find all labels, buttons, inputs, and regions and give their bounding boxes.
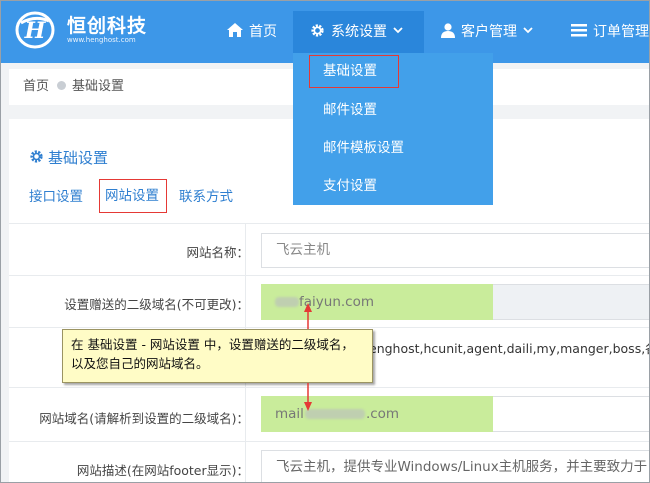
domain-label: 网站域名(请解析到设置的二级域名)：: [39, 411, 249, 426]
menu-item-basic-settings[interactable]: 基础设置: [309, 55, 399, 88]
nav-system-label: 系统设置: [331, 24, 387, 40]
brand-logo-icon: H: [15, 11, 55, 49]
form-row-domain: 网站域名(请解析到设置的二级域名)： mail .com: [9, 387, 649, 441]
gear-icon: [30, 150, 43, 163]
breadcrumb-separator-icon: [57, 81, 67, 90]
brand-name: 恒创科技: [67, 15, 148, 37]
nav-home[interactable]: 首页: [227, 11, 277, 53]
chevron-down-icon: [393, 26, 403, 33]
list-icon: [571, 23, 587, 36]
system-settings-dropdown: 基础设置 邮件设置 邮件模板设置 支付设置: [293, 53, 493, 205]
site-name-label: 网站名称：: [186, 245, 249, 260]
gear-icon: [311, 23, 324, 37]
breadcrumb-home[interactable]: 首页: [23, 79, 49, 94]
nav-system-settings[interactable]: 系统设置: [293, 11, 424, 53]
page-title-label: 基础设置: [48, 149, 109, 167]
redacted-text: [275, 297, 299, 307]
page-title: 基础设置: [29, 147, 108, 168]
brand-url: www.henghost.com: [67, 36, 136, 44]
svg-text:H: H: [24, 18, 47, 44]
domain-highlight: mail .com: [261, 396, 493, 432]
chevron-down-icon: [523, 26, 533, 33]
subdomain-hint: enghost,hcunit,agent,daili,my,manger,bos…: [369, 341, 650, 356]
site-name-input[interactable]: 飞云主机: [261, 233, 649, 268]
brand-logo[interactable]: H 恒创科技 www.henghost.com: [13, 9, 163, 55]
description-label: 网站描述(在网站footer显示)：: [76, 463, 249, 478]
breadcrumb-current: 基础设置: [72, 79, 125, 94]
menu-item-email-template-settings[interactable]: 邮件模板设置: [293, 129, 493, 167]
redacted-text: [304, 409, 365, 419]
subdomain-label: 设置赠送的二级域名(不可更改)：: [64, 297, 249, 312]
form-row-subdomain: 设置赠送的二级域名(不可更改)： faiyun.com: [9, 275, 649, 327]
form-row-site-name: 网站名称： 飞云主机: [9, 223, 649, 275]
nav-customer-label: 客户管理: [461, 24, 517, 40]
user-icon: [441, 22, 455, 38]
domain-prefix: mail: [275, 406, 304, 422]
nav-home-label: 首页: [249, 24, 277, 40]
form-row-description: 网站描述(在网站footer显示)： 飞云主机，提供专业Windows/Linu…: [9, 441, 649, 482]
tab-site-settings[interactable]: 网站设置: [99, 179, 167, 213]
tab-contact[interactable]: 联系方式: [179, 183, 233, 213]
home-icon: [227, 23, 243, 37]
subdomain-highlight: faiyun.com: [261, 284, 493, 320]
app-window: H 恒创科技 www.henghost.com 首页 系统设置 客户管理 订单管…: [0, 0, 650, 483]
domain-suffix: .com: [365, 406, 400, 422]
annotation-callout: 在 基础设置 - 网站设置 中，设置赠送的二级域名，以及您自己的网站域名。: [62, 329, 373, 383]
description-textarea[interactable]: 飞云主机，提供专业Windows/Linux主机服务，并主要致力于: [261, 450, 649, 482]
menu-item-email-settings[interactable]: 邮件设置: [293, 91, 493, 129]
menu-item-payment-settings[interactable]: 支付设置: [293, 167, 493, 205]
nav-order-management[interactable]: 订单管理: [571, 11, 649, 53]
subdomain-value: faiyun.com: [299, 294, 375, 310]
nav-customer-management[interactable]: 客户管理: [441, 11, 539, 53]
tab-api-settings[interactable]: 接口设置: [29, 183, 83, 213]
nav-order-label: 订单管理: [593, 24, 649, 40]
